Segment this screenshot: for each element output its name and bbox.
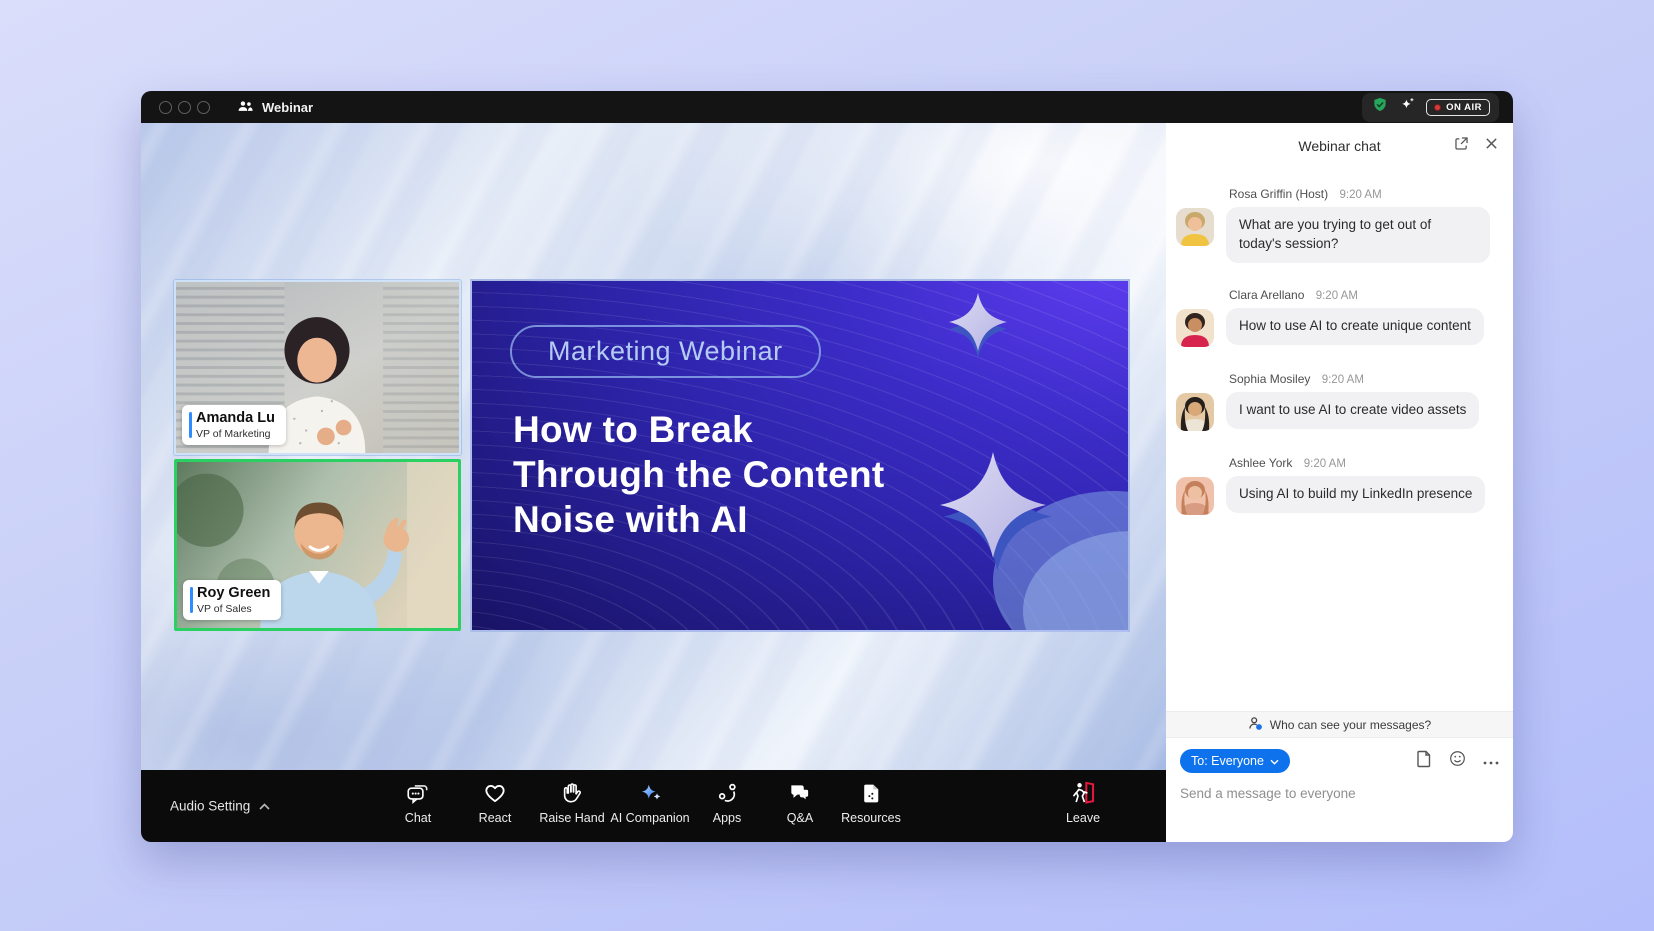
window-title: Webinar [262,100,313,115]
chat-message: Clara Arellano 9:20 AM How to use AI to … [1176,288,1501,347]
on-air-dot [1434,104,1441,111]
chat-title: Webinar chat [1298,138,1380,154]
message-bubble: How to use AI to create unique content [1226,308,1484,345]
avatar-sophia [1176,393,1214,431]
speaker-role: VP of Sales [197,603,270,615]
avatar-clara [1176,309,1214,347]
speaker-name: Roy Green [197,585,270,601]
slide-badge: Marketing Webinar [510,325,821,378]
participants-icon [236,98,254,117]
chat-messages-list: Rosa Griffin (Host) 9:20 AM What are you… [1166,169,1513,711]
chat-footer: Who can see your messages? To: Everyone [1166,711,1513,842]
message-bubble: I want to use AI to create video assets [1226,392,1479,429]
speaker-tile-roy[interactable]: Roy Green VP of Sales [174,459,461,631]
meeting-toolbar: Audio Setting [141,770,1166,842]
desktop-background: Webinar ON AIR [0,0,1654,931]
security-shield-icon[interactable] [1371,96,1389,119]
webinar-chat-panel: Webinar chat [1166,123,1513,842]
message-author: Ashlee York [1229,456,1292,470]
emoji-icon[interactable] [1449,750,1466,772]
star-shape-small [949,293,1007,358]
presentation-slide: Marketing Webinar How to Break Through t… [470,279,1130,632]
avatar-rosa [1176,208,1214,246]
window-title-group: Webinar [236,98,313,117]
slide-title: How to Break Through the Content Noise w… [513,407,885,542]
document-icon [823,779,919,806]
avatar-ashlee [1176,477,1214,515]
video-area: Amanda Lu VP of Marketing [141,123,1166,770]
leave-button[interactable]: Leave [1035,779,1131,825]
message-bubble: What are you trying to get out of today'… [1226,207,1490,263]
message-time: 9:20 AM [1322,374,1364,386]
chevron-up-icon [259,799,270,814]
close-window-button[interactable] [159,101,172,114]
message-author: Rosa Griffin (Host) [1229,187,1328,201]
window-controls [159,101,210,114]
recipient-selector[interactable]: To: Everyone [1180,749,1290,773]
message-author: Clara Arellano [1229,288,1304,302]
main-stage: Amanda Lu VP of Marketing [141,123,1166,842]
message-bubble: Using AI to build my LinkedIn presence [1226,476,1485,513]
close-icon[interactable] [1485,137,1498,155]
popout-icon[interactable] [1453,135,1470,157]
message-author: Sophia Mosiley [1229,372,1310,386]
compose-area: To: Everyone [1166,738,1513,842]
message-time: 9:20 AM [1304,458,1346,470]
chat-message: Sophia Mosiley 9:20 AM I want to use AI … [1176,372,1501,431]
titlebar: Webinar ON AIR [141,91,1513,123]
leave-door-icon [1035,779,1131,806]
zoom-window-button[interactable] [197,101,210,114]
chat-message: Ashlee York 9:20 AM Using AI to build my… [1176,456,1501,515]
nameplate-amanda: Amanda Lu VP of Marketing [182,405,286,445]
message-time: 9:20 AM [1316,290,1358,302]
webinar-app-window: Webinar ON AIR [141,91,1513,842]
chat-header: Webinar chat [1166,123,1513,169]
chat-message: Rosa Griffin (Host) 9:20 AM What are you… [1176,187,1501,263]
chevron-down-icon [1270,754,1279,768]
titlebar-status-group: ON AIR [1362,93,1499,122]
resources-button[interactable]: Resources [823,779,919,825]
speaker-role: VP of Marketing [196,428,275,440]
nameplate-roy: Roy Green VP of Sales [183,580,281,620]
minimize-window-button[interactable] [178,101,191,114]
attach-file-icon[interactable] [1416,750,1432,773]
message-input[interactable]: Send a message to everyone [1180,786,1499,801]
message-time: 9:20 AM [1339,189,1381,201]
on-air-badge: ON AIR [1426,99,1490,116]
person-check-icon [1248,716,1263,734]
ai-companion-status-icon[interactable] [1399,96,1416,118]
audio-setting-button[interactable]: Audio Setting [170,799,270,814]
slide-decor-stars [898,281,1128,632]
visibility-notice[interactable]: Who can see your messages? [1166,711,1513,738]
speaker-tile-amanda[interactable]: Amanda Lu VP of Marketing [174,280,461,455]
speaker-name: Amanda Lu [196,410,275,426]
more-options-icon[interactable] [1483,752,1499,770]
